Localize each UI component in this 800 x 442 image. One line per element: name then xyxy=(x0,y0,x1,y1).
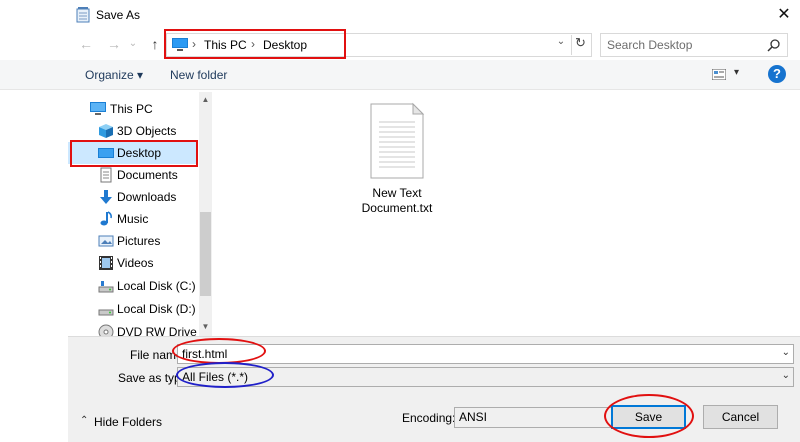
sidebar-item-local-disk-d[interactable]: Local Disk (D:) xyxy=(68,298,198,320)
back-button[interactable]: ← xyxy=(77,36,95,52)
title-bar: Save As ✕ xyxy=(0,0,800,30)
scroll-down-icon[interactable]: ▼ xyxy=(199,322,212,331)
navigation-pane: This PC 3D Objects Desktop Documents Dow… xyxy=(68,92,212,336)
annotation-ellipse-save xyxy=(604,394,694,438)
recent-locations-button[interactable]: ⌄ xyxy=(124,38,142,49)
text-file-icon xyxy=(370,102,425,179)
notepad-icon xyxy=(76,7,90,23)
sidebar-item-music[interactable]: Music xyxy=(68,208,198,230)
sidebar-item-downloads[interactable]: Downloads xyxy=(68,186,198,208)
view-options-icon[interactable] xyxy=(712,69,726,80)
sidebar-item-documents[interactable]: Documents xyxy=(68,164,198,186)
refresh-icon[interactable]: ↻ xyxy=(571,35,589,55)
organize-menu[interactable]: Organize ▾ xyxy=(85,68,143,82)
download-arrow-icon xyxy=(100,190,112,204)
scroll-up-icon[interactable]: ▲ xyxy=(199,95,212,104)
sidebar-item-videos[interactable]: Videos xyxy=(68,252,198,274)
file-list: New Text Document.txt xyxy=(212,92,800,336)
sidebar-item-label: This PC xyxy=(110,102,153,116)
new-folder-button[interactable]: New folder xyxy=(170,68,227,82)
chevron-down-icon[interactable]: ⌄ xyxy=(553,36,569,47)
document-icon xyxy=(100,167,112,183)
annotation-ellipse-file-name xyxy=(172,338,266,364)
annotation-box-address xyxy=(164,29,346,59)
search-box[interactable]: Search Desktop xyxy=(600,33,788,57)
sidebar-item-dvd-drive[interactable]: DVD RW Drive (E xyxy=(68,321,198,336)
annotation-box-desktop xyxy=(70,140,198,167)
sidebar-item-label: Pictures xyxy=(117,234,161,248)
sidebar-item-label: 3D Objects xyxy=(117,124,177,138)
picture-icon xyxy=(98,235,114,247)
sidebar-item-local-disk-c[interactable]: Local Disk (C:) xyxy=(68,275,198,297)
help-button[interactable]: ? xyxy=(768,65,786,83)
drive-icon xyxy=(98,281,114,293)
sidebar-item-label: Local Disk (C:) xyxy=(117,279,196,293)
encoding-label: Encoding: xyxy=(402,411,456,425)
chevron-down-icon[interactable]: ⌄ xyxy=(782,347,790,358)
command-toolbar: Organize ▾ New folder ▾ ? xyxy=(0,60,800,90)
drive-icon xyxy=(98,309,114,316)
annotation-ellipse-save-type xyxy=(176,362,274,388)
navigation-bar: ← → ⌄ ↑ › This PC › Desktop ⌄ ↻ Search D… xyxy=(0,30,800,60)
film-icon xyxy=(99,256,113,270)
dvd-icon xyxy=(98,324,114,336)
up-button[interactable]: ↑ xyxy=(146,36,164,52)
navigation-scrollbar[interactable]: ▲ ▼ xyxy=(199,92,212,336)
sidebar-item-label: Videos xyxy=(117,256,154,270)
sidebar-item-label: Documents xyxy=(117,168,178,182)
music-note-icon xyxy=(100,211,112,226)
window-title: Save As xyxy=(96,8,141,22)
view-dropdown-icon[interactable]: ▾ xyxy=(734,67,739,78)
search-icon[interactable] xyxy=(767,38,781,52)
sidebar-item-pictures[interactable]: Pictures xyxy=(68,230,198,252)
computer-icon xyxy=(90,102,106,115)
sidebar-item-label: DVD RW Drive (E xyxy=(117,325,198,336)
chevron-up-icon: ⌃ xyxy=(80,415,89,426)
left-margin xyxy=(0,92,68,442)
file-name: New Text Document.txt xyxy=(361,186,433,215)
file-name-input[interactable]: first.html ⌄ xyxy=(177,344,794,364)
cancel-button[interactable]: Cancel xyxy=(703,405,778,429)
cube-icon xyxy=(99,124,113,138)
encoding-value[interactable]: ANSI xyxy=(459,410,487,424)
scrollbar-thumb[interactable] xyxy=(200,212,211,296)
hide-folders-label: Hide Folders xyxy=(94,415,163,429)
close-button[interactable]: ✕ xyxy=(770,2,798,28)
sidebar-item-3d-objects[interactable]: 3D Objects xyxy=(68,120,198,142)
search-placeholder[interactable]: Search Desktop xyxy=(607,38,692,52)
sidebar-item-label: Local Disk (D:) xyxy=(117,302,196,316)
sidebar-item-label: Music xyxy=(117,212,149,226)
sidebar-item-this-pc[interactable]: This PC xyxy=(68,98,198,120)
forward-button[interactable]: → xyxy=(105,36,123,52)
chevron-down-icon[interactable]: ⌄ xyxy=(782,370,790,381)
sidebar-item-label: Downloads xyxy=(117,190,177,204)
